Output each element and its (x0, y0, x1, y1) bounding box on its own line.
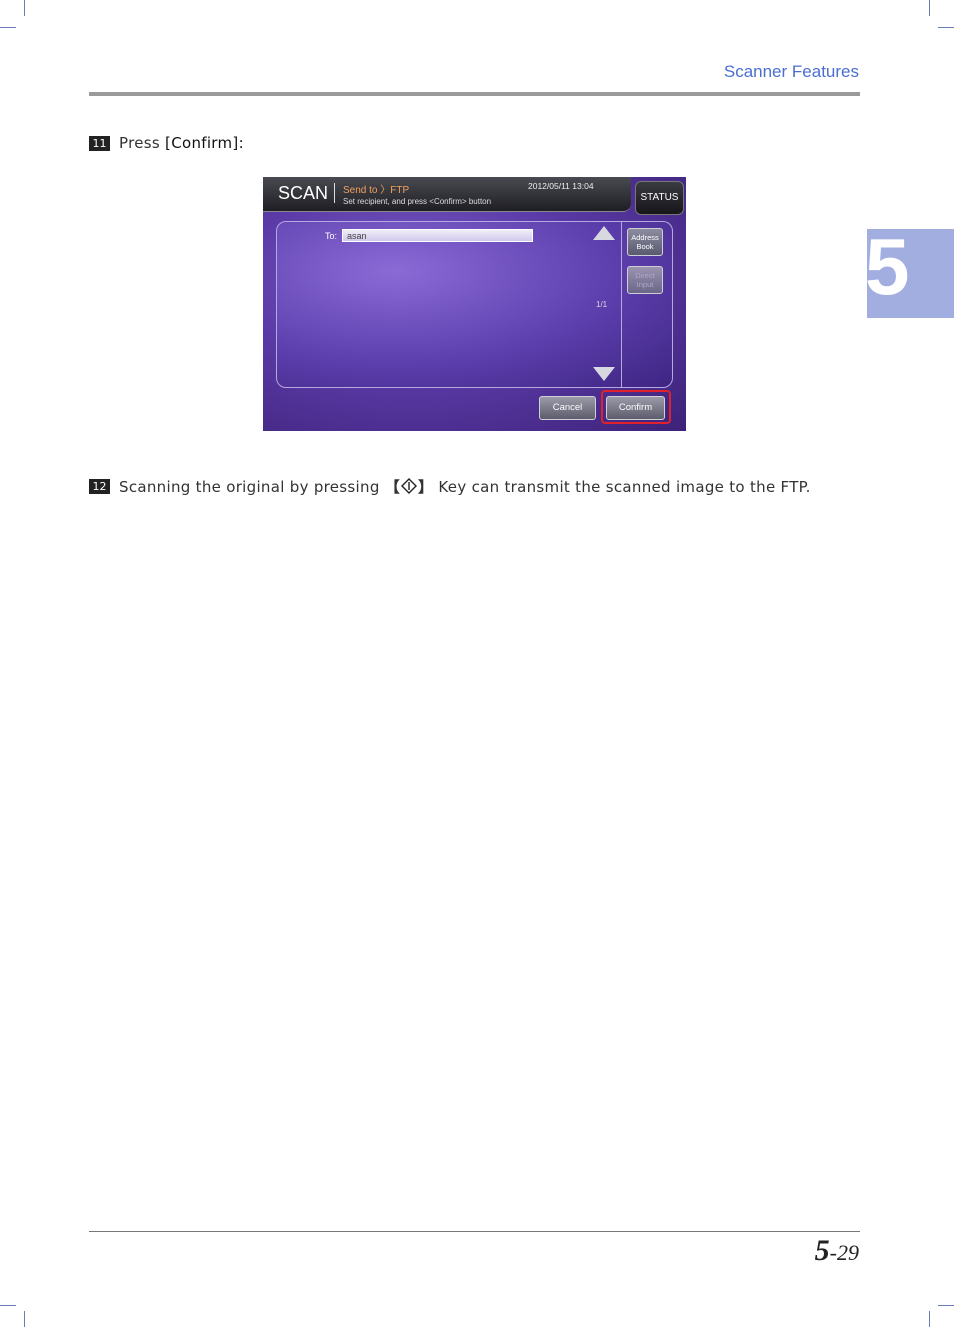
direct-input-label: Direct Input (635, 271, 655, 289)
header-separator (334, 183, 335, 203)
step-11: 11 Press [Confirm]: (89, 134, 244, 152)
crop-mark (24, 0, 25, 16)
page-indicator: 1/1 (596, 300, 608, 309)
step-text: Press [Confirm]: (119, 134, 244, 152)
page-chapter: 5 (814, 1234, 830, 1267)
header-rule (89, 92, 860, 96)
to-field[interactable]: asan (342, 229, 533, 242)
step-text-after: Key can transmit the scanned image to th… (433, 478, 811, 496)
screen-message: Set recipient, and press <Confirm> butto… (343, 197, 492, 206)
status-button[interactable]: STATUS (635, 181, 684, 215)
crop-mark (0, 27, 16, 28)
recipient-list (276, 221, 673, 388)
start-key-icon (401, 478, 418, 496)
crop-mark (0, 1305, 16, 1306)
screen-breadcrumb: Send to 〉FTP (343, 185, 410, 196)
address-book-label: Address Book (631, 233, 659, 251)
crop-mark (929, 0, 930, 16)
screen-datetime: 2012/05/11 13:04 (528, 181, 594, 191)
chapter-tab: 5 (867, 229, 954, 318)
section-title: Scanner Features (723, 62, 859, 81)
crop-mark (929, 1311, 930, 1327)
footer-rule (89, 1231, 860, 1232)
key-bracket-close: 】 (418, 478, 434, 496)
crop-mark (938, 27, 954, 28)
list-divider (621, 221, 622, 388)
key-bracket-open: 【 (384, 478, 401, 496)
step-number: 11 (89, 135, 110, 151)
to-label: To: (325, 231, 338, 241)
step-text-prefix: Press (119, 134, 166, 152)
page-index: -29 (829, 1240, 859, 1265)
arrow-down-icon[interactable] (593, 367, 615, 381)
chapter-tab-number: 5 (867, 229, 910, 311)
crop-mark (938, 1305, 954, 1306)
confirm-highlight (601, 390, 671, 424)
step-text-before: Scanning the original by pressing (119, 478, 385, 496)
page-number: 5-29 (815, 1234, 859, 1268)
arrow-up-icon[interactable] (593, 226, 615, 240)
screen-title: SCAN (278, 183, 329, 203)
step-text-key: [Confirm]: (165, 134, 244, 152)
scan-screen-screenshot: SCAN Send to 〉FTP Set recipient, and pre… (263, 177, 686, 431)
step-number: 12 (89, 479, 110, 494)
step-text: Scanning the original by pressing 【】 Key… (119, 476, 811, 497)
address-book-button[interactable]: Address Book (627, 228, 663, 256)
crop-mark (24, 1311, 25, 1327)
direct-input-button[interactable]: Direct Input (627, 266, 663, 294)
screen-header: SCAN Send to 〉FTP Set recipient, and pre… (263, 177, 631, 212)
cancel-button[interactable]: Cancel (539, 396, 596, 420)
step-12: 12 Scanning the original by pressing 【】 … (89, 476, 811, 497)
